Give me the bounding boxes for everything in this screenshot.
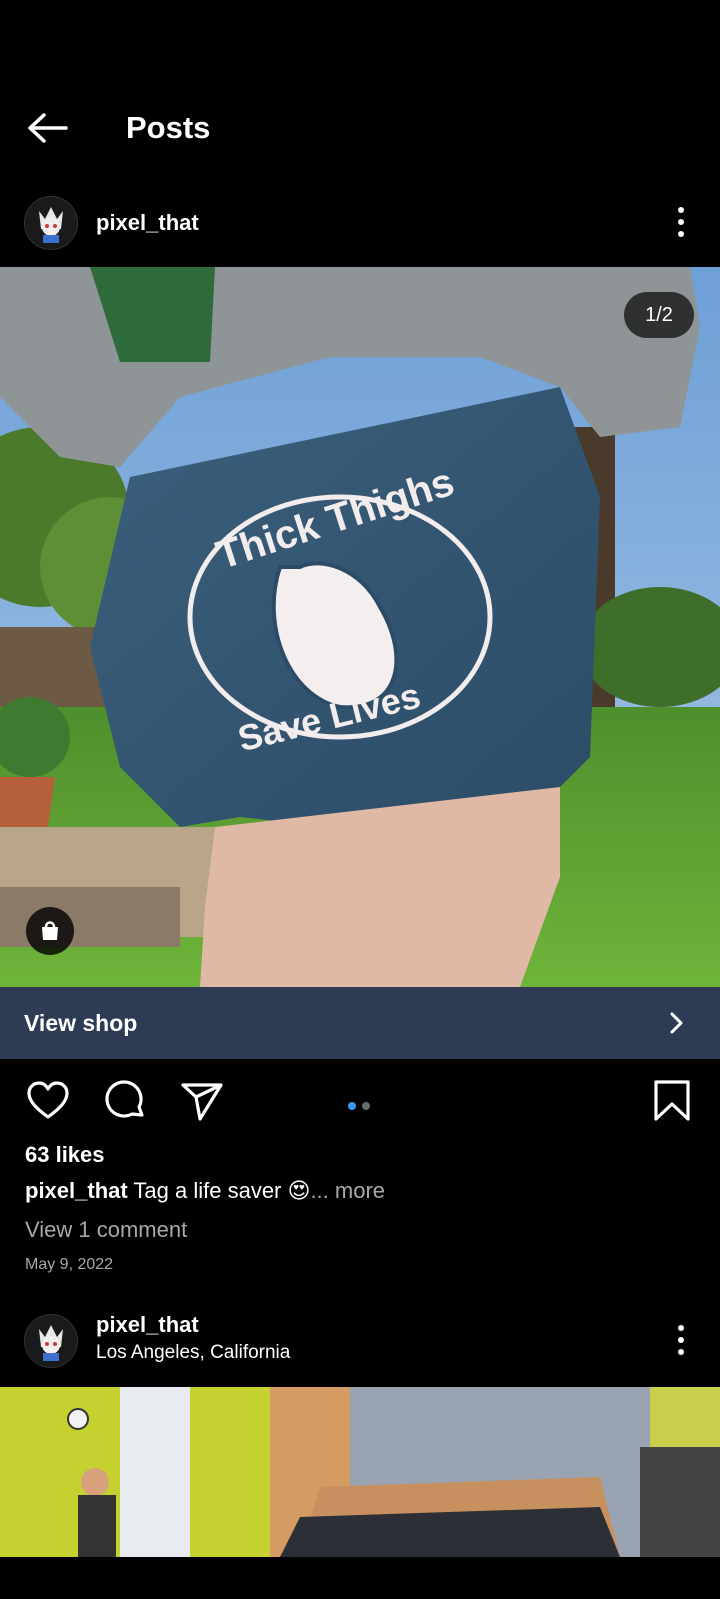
post-date: May 9, 2022 xyxy=(25,1256,114,1273)
post-username[interactable]: pixel_that xyxy=(96,1312,199,1338)
caption[interactable]: pixel_that Tag a life saver 😍... more xyxy=(25,1178,385,1204)
caption-more-link[interactable]: ... more xyxy=(310,1178,385,1203)
avatar[interactable] xyxy=(24,196,78,250)
post-location[interactable]: Los Angeles, California xyxy=(96,1342,290,1364)
carousel-dots xyxy=(348,1097,376,1115)
chevron-right-icon xyxy=(662,1009,690,1037)
more-vert-icon[interactable] xyxy=(666,1320,696,1360)
post-actions xyxy=(0,1077,720,1127)
carousel-dot-active xyxy=(348,1102,356,1110)
likes-count[interactable]: 63 likes xyxy=(25,1142,105,1168)
view-shop-bar[interactable]: View shop xyxy=(0,987,720,1059)
post-photo[interactable]: Thick Thighs Save Lives 1/2 xyxy=(0,267,720,987)
shopping-bag-icon[interactable] xyxy=(26,907,74,955)
post-username[interactable]: pixel_that xyxy=(96,210,199,236)
post-photo[interactable] xyxy=(0,1387,720,1557)
caption-text: Tag a life saver 😍 xyxy=(133,1178,311,1203)
page-title: Posts xyxy=(126,110,211,145)
send-icon[interactable] xyxy=(178,1077,226,1125)
caption-username[interactable]: pixel_that xyxy=(25,1178,128,1203)
comment-icon[interactable] xyxy=(102,1077,150,1125)
heart-icon[interactable] xyxy=(24,1077,72,1125)
top-bar: Posts xyxy=(0,88,720,168)
view-comments-link[interactable]: View 1 comment xyxy=(25,1217,187,1243)
carousel-dot xyxy=(362,1102,370,1110)
view-shop-label: View shop xyxy=(24,1010,138,1036)
bookmark-icon[interactable] xyxy=(648,1077,696,1125)
more-vert-icon[interactable] xyxy=(666,202,696,242)
carousel-counter: 1/2 xyxy=(624,292,694,338)
post-header: pixel_that xyxy=(0,190,720,260)
post-header: pixel_that Los Angeles, California xyxy=(0,1306,720,1376)
back-arrow-icon[interactable] xyxy=(22,108,72,148)
avatar[interactable] xyxy=(24,1314,78,1368)
